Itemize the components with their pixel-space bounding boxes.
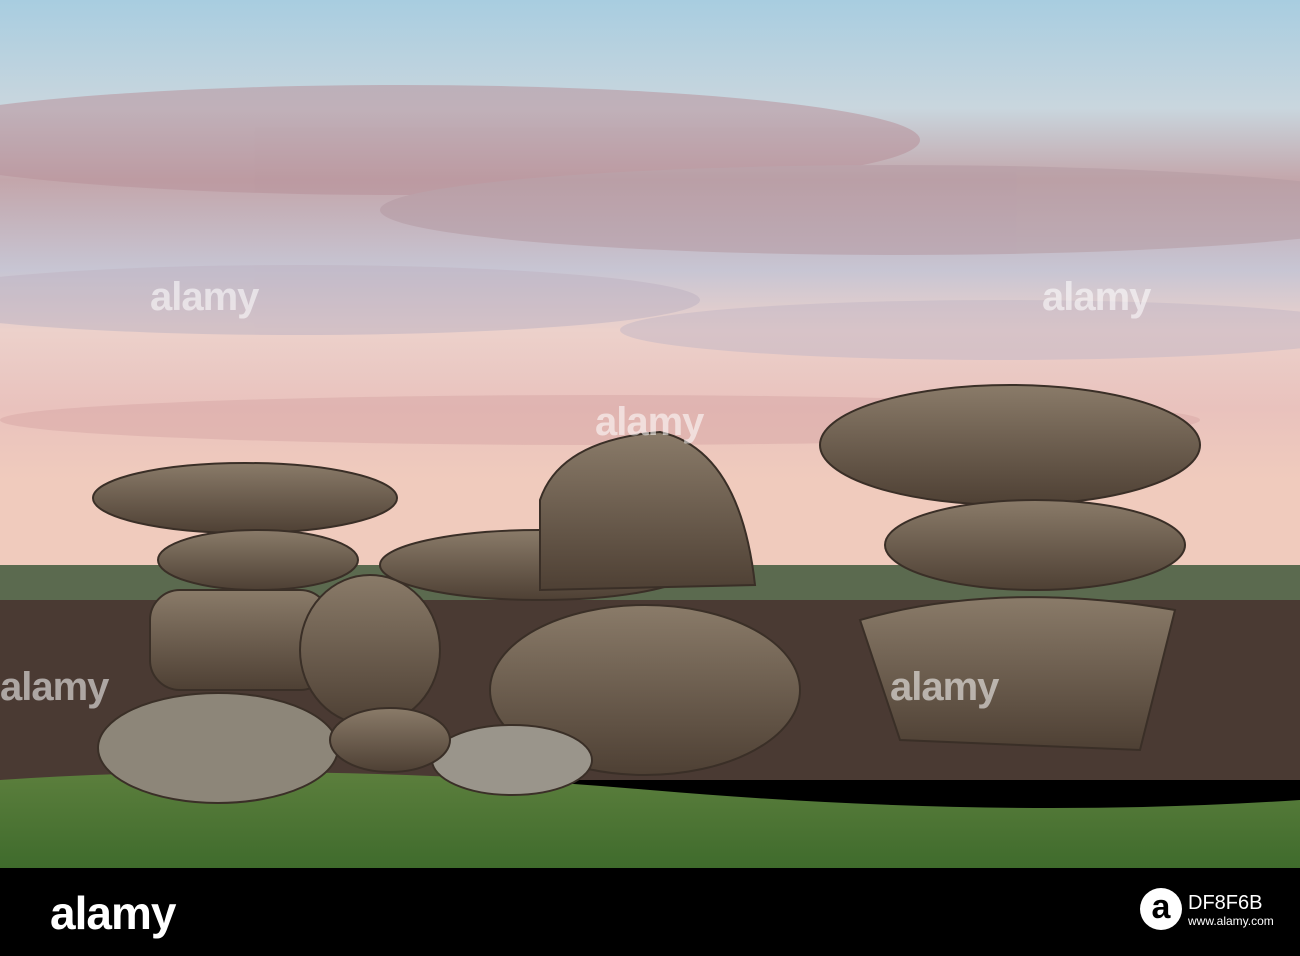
watermark: alamy: [1042, 275, 1151, 319]
alamy-mark-icon: a: [1140, 888, 1182, 930]
watermark: alamy: [0, 665, 109, 709]
watermark: alamy: [595, 400, 704, 444]
footer-bar: alamy a DF8F6B www.alamy.com: [0, 868, 1300, 956]
alamy-logo: alamy: [50, 887, 176, 939]
watermark: alamy: [150, 275, 259, 319]
watermark: alamy: [890, 665, 999, 709]
image-id: DF8F6B: [1188, 892, 1263, 914]
site-url: www.alamy.com: [1188, 914, 1274, 928]
